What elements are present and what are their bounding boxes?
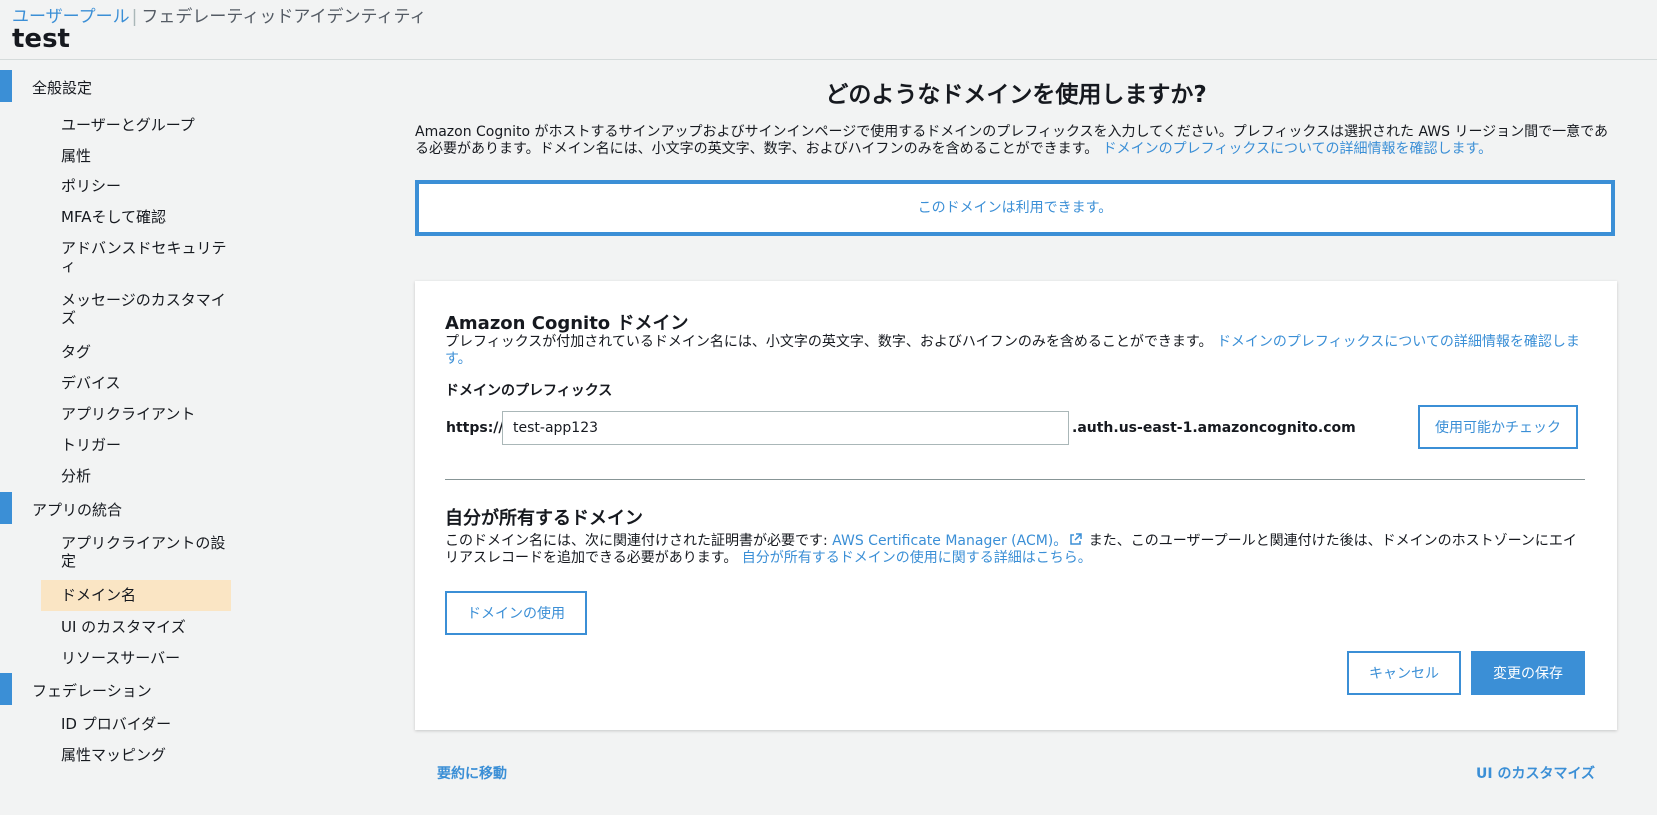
- page-title: test: [12, 24, 70, 54]
- sidebar-item-users-groups[interactable]: ユーザーとグループ: [41, 116, 231, 134]
- sidebar-item-devices[interactable]: デバイス: [41, 374, 231, 392]
- check-availability-button[interactable]: 使用可能かチェック: [1418, 405, 1578, 449]
- sidebar-item-attributes[interactable]: 属性: [41, 147, 231, 165]
- own-domain-details-link[interactable]: 自分が所有するドメインの使用に関する詳細はこちら。: [742, 550, 1092, 566]
- save-changes-button[interactable]: 変更の保存: [1471, 651, 1585, 695]
- sidebar-item-app-client-settings[interactable]: アプリクライアントの設定: [41, 534, 231, 570]
- sidebar-item-tags[interactable]: タグ: [41, 343, 231, 361]
- cognito-domain-heading: Amazon Cognito ドメイン: [445, 313, 689, 334]
- page-header: ユーザープール | フェデレーティッドアイデンティティ test: [0, 0, 1657, 60]
- sidebar-section-label: アプリの統合: [32, 501, 123, 519]
- sidebar-item-resource-servers[interactable]: リソースサーバー: [41, 649, 231, 667]
- section-indicator: [0, 70, 12, 102]
- section-indicator: [0, 492, 12, 524]
- sidebar-section-label: フェデレーション: [32, 682, 152, 700]
- availability-message: このドメインは利用できます。: [415, 180, 1615, 236]
- sidebar-item-analytics[interactable]: 分析: [41, 467, 231, 485]
- external-link-icon: [1070, 533, 1083, 545]
- sidebar-section-app-integration[interactable]: アプリの統合: [0, 492, 232, 524]
- sidebar-section-general[interactable]: 全般設定: [0, 70, 232, 102]
- intro-text: Amazon Cognito がホストするサインアップおよびサインインページで使…: [415, 124, 1615, 158]
- breadcrumb-federated-identities-link[interactable]: フェデレーティッドアイデンティティ: [141, 7, 426, 27]
- sidebar-item-advanced-security[interactable]: アドバンスドセキュリティ: [41, 239, 231, 275]
- main-heading: どのようなドメインを使用しますか?: [825, 82, 1207, 108]
- cognito-domain-description: プレフィックスが付加されているドメイン名には、小文字の英文字、数字、およびハイフ…: [445, 334, 1585, 368]
- section-indicator: [0, 673, 12, 705]
- prefix-info-link[interactable]: ドメインのプレフィックスについての詳細情報を確認します。: [1103, 141, 1492, 157]
- own-domain-description-before: このドメイン名には、次に関連付けされた証明書が必要です:: [445, 533, 828, 549]
- sidebar-item-identity-providers[interactable]: ID プロバイダー: [41, 715, 231, 733]
- url-scheme: https://: [446, 420, 504, 436]
- sidebar-item-policies[interactable]: ポリシー: [41, 177, 231, 195]
- domain-prefix-label: ドメインのプレフィックス: [445, 383, 613, 399]
- use-domain-button[interactable]: ドメインの使用: [445, 591, 587, 635]
- own-domain-description: このドメイン名には、次に関連付けされた証明書が必要です: AWS Certifi…: [445, 533, 1585, 567]
- sidebar-item-app-clients[interactable]: アプリクライアント: [41, 405, 231, 423]
- go-to-summary-link[interactable]: 要約に移動: [437, 763, 507, 783]
- own-domain-heading: 自分が所有するドメイン: [445, 508, 643, 529]
- customize-ui-link[interactable]: UI のカスタマイズ: [1476, 763, 1595, 783]
- sidebar-section-federation[interactable]: フェデレーション: [0, 673, 232, 705]
- sidebar-item-ui-customization[interactable]: UI のカスタマイズ: [41, 618, 231, 636]
- sidebar-item-message-customization[interactable]: メッセージのカスタマイズ: [41, 291, 231, 327]
- section-divider: [445, 479, 1585, 480]
- sidebar-item-domain-name[interactable]: ドメイン名: [41, 580, 231, 611]
- domain-suffix: .auth.us-east-1.amazoncognito.com: [1072, 420, 1356, 436]
- cancel-button[interactable]: キャンセル: [1347, 651, 1461, 695]
- domain-prefix-input[interactable]: [502, 411, 1069, 445]
- sidebar-item-mfa[interactable]: MFAそして確認: [41, 208, 231, 226]
- breadcrumb: ユーザープール | フェデレーティッドアイデンティティ: [12, 2, 426, 27]
- sidebar-item-attribute-mapping[interactable]: 属性マッピング: [41, 746, 231, 764]
- cognito-domain-description-text: プレフィックスが付加されているドメイン名には、小文字の英文字、数字、およびハイフ…: [445, 334, 1213, 350]
- domain-settings-card: Amazon Cognito ドメイン プレフィックスが付加されているドメイン名…: [415, 281, 1617, 730]
- acm-link[interactable]: AWS Certificate Manager (ACM)。: [832, 533, 1067, 549]
- breadcrumb-separator: |: [131, 7, 138, 27]
- sidebar-item-triggers[interactable]: トリガー: [41, 436, 231, 454]
- sidebar-section-label: 全般設定: [32, 79, 93, 97]
